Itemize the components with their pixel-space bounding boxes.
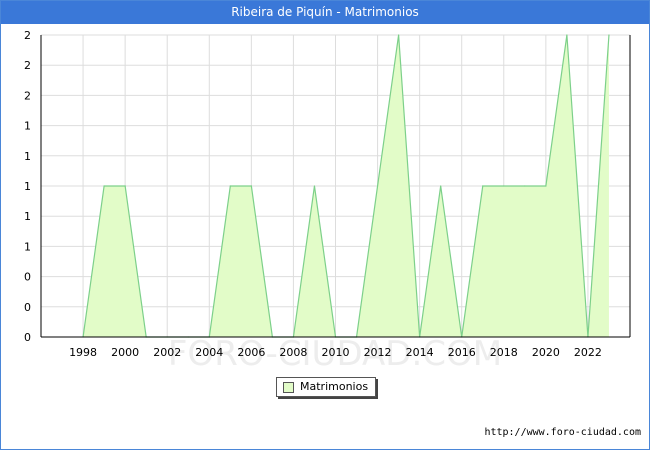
data-point — [440, 185, 442, 187]
data-point — [376, 185, 379, 187]
x-tick-label: 2004 — [195, 346, 223, 359]
y-tick-label: 0 — [24, 271, 31, 284]
y-tick-labels: 0 0 0 1 1 1 1 1 2 2 2 — [24, 29, 31, 344]
x-tick-label: 2002 — [153, 346, 181, 359]
data-point — [503, 185, 505, 187]
data-point — [250, 185, 252, 187]
x-tick-label: 2010 — [322, 346, 350, 359]
legend: Matrimonios — [276, 377, 376, 397]
data-point — [566, 34, 568, 36]
legend-swatch — [283, 382, 294, 393]
data-point — [608, 34, 610, 36]
y-tick-label: 1 — [24, 180, 31, 193]
y-tick-label: 1 — [24, 150, 31, 163]
x-tick-label: 1998 — [69, 346, 97, 359]
x-tick-label: 2008 — [279, 346, 307, 359]
x-tick-label: 2022 — [574, 346, 602, 359]
x-tick-label: 2012 — [364, 346, 392, 359]
source-link[interactable]: http://www.foro-ciudad.com — [484, 427, 641, 438]
y-tick-label: 1 — [24, 210, 31, 223]
y-tick-label: 1 — [24, 120, 31, 133]
data-point — [229, 185, 231, 187]
legend-label: Matrimonios — [300, 380, 369, 393]
y-tick-label: 2 — [24, 59, 31, 72]
data-point — [524, 185, 526, 187]
y-tick-label: 0 — [24, 331, 31, 344]
x-tick-label: 2020 — [532, 346, 560, 359]
y-tick-label: 1 — [24, 240, 31, 253]
x-tick-label: 2006 — [237, 346, 265, 359]
data-point — [482, 185, 484, 187]
data-point — [103, 185, 105, 187]
data-point — [313, 185, 316, 187]
x-tick-label: 2014 — [406, 346, 434, 359]
x-tick-label: 2000 — [111, 346, 139, 359]
x-tick-label: 2016 — [448, 346, 476, 359]
data-point — [398, 34, 400, 36]
y-tick-label: 2 — [24, 89, 31, 102]
x-tick-labels: 1998 2000 2002 2004 2006 2008 2010 2012 2014 2016… — [69, 346, 602, 359]
y-tick-label: 2 — [24, 29, 31, 42]
x-tick-label: 2018 — [490, 346, 518, 359]
data-point — [124, 185, 126, 187]
data-point — [545, 185, 547, 187]
y-tick-label: 0 — [24, 301, 31, 314]
